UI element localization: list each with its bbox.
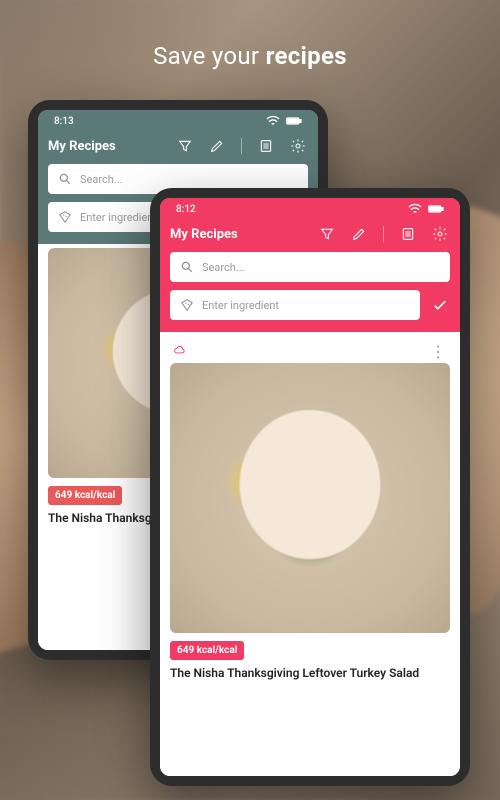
page-title: My Recipes [48, 139, 116, 154]
battery-icon [286, 113, 302, 129]
toolbar-separator [241, 138, 242, 154]
filter-icon[interactable] [319, 226, 335, 242]
search-input[interactable]: Search... [170, 252, 450, 282]
more-icon[interactable]: ⋮ [428, 344, 448, 360]
list-icon[interactable] [258, 138, 274, 154]
battery-icon [428, 201, 444, 217]
promo-headline: Save your recipes [0, 42, 500, 70]
gear-icon[interactable] [290, 138, 306, 154]
recipe-card[interactable]: ⋮ 649 kcal/kcal The Nisha Thanksgiving L… [170, 336, 450, 688]
toolbar-separator [383, 226, 384, 242]
edit-icon[interactable] [351, 226, 367, 242]
recipe-image [170, 363, 450, 633]
list-icon[interactable] [400, 226, 416, 242]
app-toolbar: My Recipes [160, 220, 460, 248]
page-title: My Recipes [170, 227, 238, 242]
recipe-title: The Nisha Thanksgiving Leftover Turkey S… [170, 666, 450, 688]
confirm-ingredient-button[interactable] [430, 295, 450, 315]
search-icon [58, 172, 72, 186]
search-icon [180, 260, 194, 274]
kcal-badge: 649 kcal/kcal [48, 486, 122, 505]
pizza-icon [58, 210, 72, 224]
ingredient-input[interactable]: Enter ingredient [170, 290, 420, 320]
wifi-icon [407, 201, 423, 217]
filter-icon[interactable] [177, 138, 193, 154]
cloud-icon [172, 342, 188, 361]
pizza-icon [180, 298, 194, 312]
wifi-icon [265, 113, 281, 129]
clock: 8:12 [176, 204, 196, 215]
gear-icon[interactable] [432, 226, 448, 242]
kcal-badge: 649 kcal/kcal [170, 641, 244, 660]
clock: 8:13 [54, 116, 74, 127]
status-bar: 8:13 [38, 110, 318, 132]
edit-icon[interactable] [209, 138, 225, 154]
status-bar: 8:12 [160, 198, 460, 220]
tablet-mock-front: 8:12 My Recipes Search... [150, 188, 470, 786]
app-toolbar: My Recipes [38, 132, 318, 160]
